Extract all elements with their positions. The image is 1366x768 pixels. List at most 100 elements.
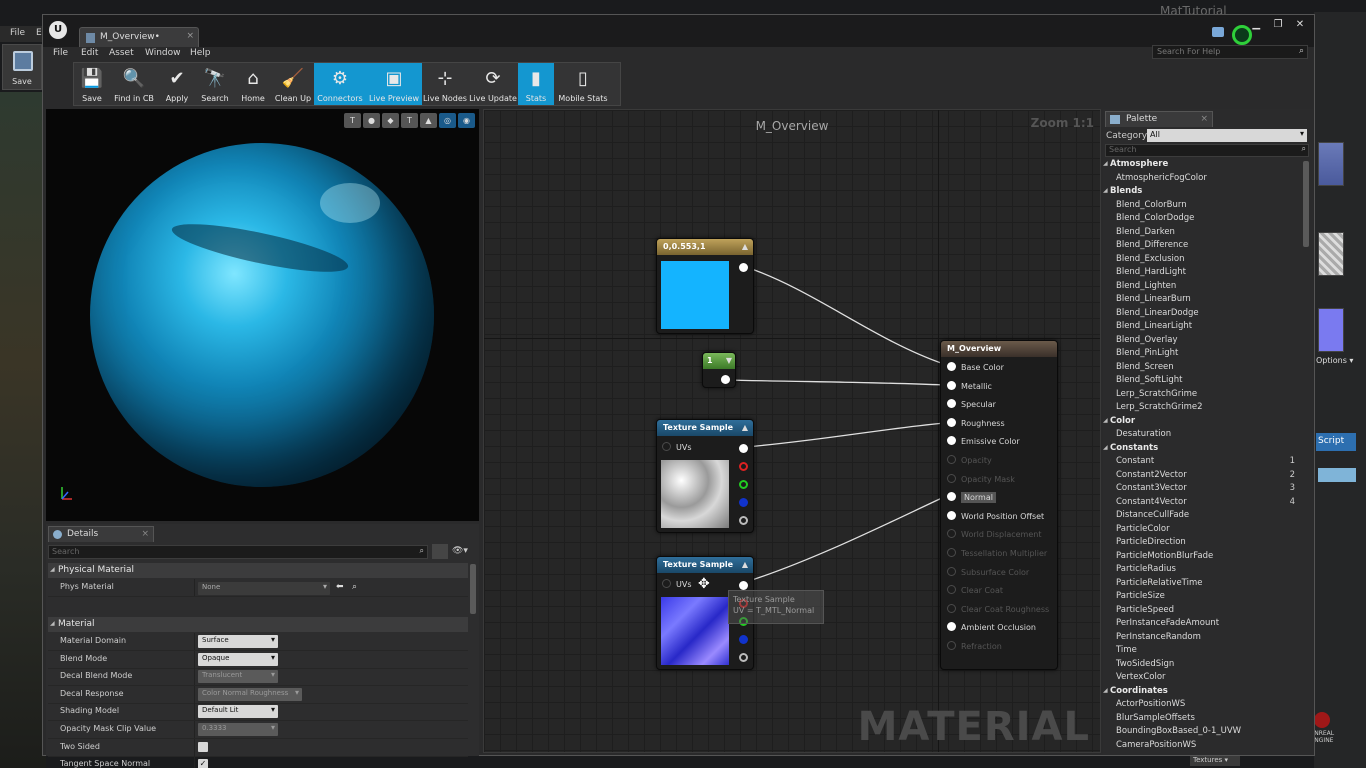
palette-item[interactable]: ParticleSize <box>1103 591 1303 605</box>
palette-item[interactable]: Constant4Vector 4 <box>1103 497 1303 511</box>
input-pin-tessellation-multiplier[interactable]: Tessellation Multiplier <box>947 548 1047 558</box>
viewport-option-icon[interactable]: T <box>401 113 418 128</box>
palette-item[interactable]: VertexColor <box>1103 672 1303 686</box>
output-pin-a[interactable] <box>739 516 748 525</box>
input-pin-subsurface-color[interactable]: Subsurface Color <box>947 566 1029 577</box>
uvs-pin[interactable]: UVs <box>662 579 692 589</box>
palette-item[interactable]: ParticleColor <box>1103 524 1303 538</box>
window-titlebar[interactable]: U M_Overview• × ▁ ❐ ✕ <box>43 15 1314 47</box>
input-pin-ambient-occlusion[interactable]: Ambient Occlusion <box>947 622 1036 632</box>
minimize-icon[interactable]: ▁ <box>1248 19 1264 31</box>
toolbar-find-in-cb-button[interactable]: 🔍 Find in CB <box>110 63 158 105</box>
document-tab[interactable]: M_Overview• × <box>79 27 199 47</box>
collapse-arrow-icon[interactable]: ▲ <box>742 560 748 569</box>
background-menu-file[interactable]: File <box>10 28 25 38</box>
viewport-option-icon[interactable]: ◆ <box>382 113 399 128</box>
palette-item[interactable]: Lerp_ScratchGrime <box>1103 389 1303 403</box>
phys-material-picker[interactable]: None <box>198 582 330 595</box>
palette-category[interactable]: Coordinates <box>1103 686 1303 700</box>
palette-item[interactable]: Blend_LinearBurn <box>1103 294 1303 308</box>
palette-category[interactable]: Blends <box>1103 186 1303 200</box>
toolbar-save-button[interactable]: 💾 Save <box>74 63 110 105</box>
menu-asset[interactable]: Asset <box>109 48 134 58</box>
input-pin-opacity[interactable]: Opacity <box>947 455 992 465</box>
material-graph[interactable]: M_Overview Zoom 1:1 MATERIAL 0,0.553,1 ▲ <box>483 109 1101 753</box>
menu-window[interactable]: Window <box>145 48 181 58</box>
palette-item[interactable]: Blend_LinearLight <box>1103 321 1303 335</box>
background-script-button[interactable]: Script <box>1316 433 1356 451</box>
palette-item[interactable]: Blend_ColorBurn <box>1103 200 1303 214</box>
category-physical-material[interactable]: Physical Material <box>48 563 468 578</box>
palette-item[interactable]: Blend_ColorDodge <box>1103 213 1303 227</box>
close-tab-icon[interactable]: × <box>186 31 194 41</box>
palette-item[interactable]: Desaturation <box>1103 429 1303 443</box>
background-options-button[interactable]: Options ▾ <box>1316 356 1353 365</box>
palette-category[interactable]: Constants <box>1103 443 1303 457</box>
output-pin-g[interactable] <box>739 480 748 489</box>
palette-item[interactable]: Blend_PinLight <box>1103 348 1303 362</box>
property-matrix-button[interactable] <box>432 544 448 559</box>
palette-category[interactable]: Color <box>1103 416 1303 430</box>
menu-file[interactable]: File <box>53 48 68 58</box>
uvs-pin[interactable]: UVs <box>662 442 692 452</box>
input-pin-world-position-offset[interactable]: World Position Offset <box>947 510 1044 521</box>
menu-edit[interactable]: Edit <box>81 48 98 58</box>
palette-item[interactable]: ParticleDirection <box>1103 537 1303 551</box>
toolbar-live-preview-button[interactable]: ▣ Live Preview <box>366 63 422 105</box>
input-pin-normal[interactable]: Normal <box>947 492 996 504</box>
node-constant3vector[interactable]: 0,0.553,1 ▲ <box>656 238 754 334</box>
palette-item[interactable]: Lerp_ScratchGrime2 <box>1103 402 1303 416</box>
toolbar-stats-button[interactable]: ▮ Stats <box>518 63 554 105</box>
property-dropdown[interactable]: Surface <box>198 635 278 648</box>
chat-icon[interactable] <box>1212 27 1224 37</box>
palette-item[interactable]: ParticleMotionBlurFade <box>1103 551 1303 565</box>
palette-item[interactable]: Blend_Lighten <box>1103 281 1303 295</box>
palette-item[interactable]: ParticleRadius <box>1103 564 1303 578</box>
node-texture-sample[interactable]: Texture Sample ▲ UVs <box>656 419 754 533</box>
expand-arrow-icon[interactable]: ▼ <box>726 356 732 365</box>
input-pin-base-color[interactable]: Base Color <box>947 362 1004 372</box>
output-pin[interactable] <box>721 375 730 384</box>
palette-item[interactable]: Blend_Screen <box>1103 362 1303 376</box>
viewport-option-icon[interactable]: ● <box>363 113 380 128</box>
property-dropdown[interactable]: Default Lit <box>198 705 278 719</box>
use-selected-arrow-icon[interactable]: ⬅ <box>336 582 344 592</box>
palette-item[interactable]: ParticleRelativeTime <box>1103 578 1303 592</box>
input-pin-specular[interactable]: Specular <box>947 399 996 409</box>
background-save-button[interactable]: Save <box>2 44 42 90</box>
palette-item[interactable]: Blend_Overlay <box>1103 335 1303 349</box>
preview-viewport[interactable]: T ● ◆ T ▲ ◎ ◉ <box>46 109 479 521</box>
palette-item[interactable]: Blend_Exclusion <box>1103 254 1303 268</box>
browse-icon[interactable]: ⌕ <box>352 582 357 592</box>
viewport-option-icon[interactable]: ▲ <box>420 113 437 128</box>
palette-item[interactable]: PerInstanceRandom <box>1103 632 1303 646</box>
output-pin-b[interactable] <box>739 498 748 507</box>
background-color-field[interactable] <box>1318 468 1356 482</box>
output-pin-b[interactable] <box>739 635 748 644</box>
palette-item[interactable]: DistanceCullFade <box>1103 510 1303 524</box>
toolbar-home-button[interactable]: ⌂ Home <box>234 63 272 105</box>
input-pin-roughness[interactable]: Roughness <box>947 417 1005 428</box>
category-material[interactable]: Material <box>48 617 468 632</box>
palette-item[interactable]: Blend_HardLight <box>1103 267 1303 281</box>
toolbar-clean-up-button[interactable]: 🧹 Clean Up <box>272 63 314 105</box>
toolbar-connectors-button[interactable]: ⚙ Connectors <box>314 63 366 105</box>
input-pin-clear-coat-roughness[interactable]: Clear Coat Roughness <box>947 603 1049 614</box>
toolbar-apply-button[interactable]: ✔ Apply <box>158 63 196 105</box>
viewport-option-icon[interactable]: ◎ <box>439 113 456 128</box>
collapse-arrow-icon[interactable]: ▲ <box>742 242 748 251</box>
palette-search-input[interactable]: Search ⌕ <box>1105 144 1309 157</box>
palette-item[interactable]: ActorPositionWS <box>1103 699 1303 713</box>
palette-scrollbar[interactable] <box>1303 161 1309 247</box>
background-asset-thumb[interactable] <box>1318 308 1344 352</box>
toolbar-search-button[interactable]: 🔭 Search <box>196 63 234 105</box>
input-pin-emissive-color[interactable]: Emissive Color <box>947 436 1020 446</box>
output-pin-r[interactable] <box>739 462 748 471</box>
maximize-icon[interactable]: ❐ <box>1270 19 1286 31</box>
category-dropdown[interactable]: All <box>1147 129 1307 142</box>
details-scrollbar[interactable] <box>470 564 476 614</box>
details-search-input[interactable]: Search ⌕ <box>48 545 428 559</box>
palette-item[interactable]: PerInstanceFadeAmount <box>1103 618 1303 632</box>
background-asset-thumb[interactable] <box>1318 232 1344 276</box>
palette-item[interactable]: Constant3Vector 3 <box>1103 483 1303 497</box>
